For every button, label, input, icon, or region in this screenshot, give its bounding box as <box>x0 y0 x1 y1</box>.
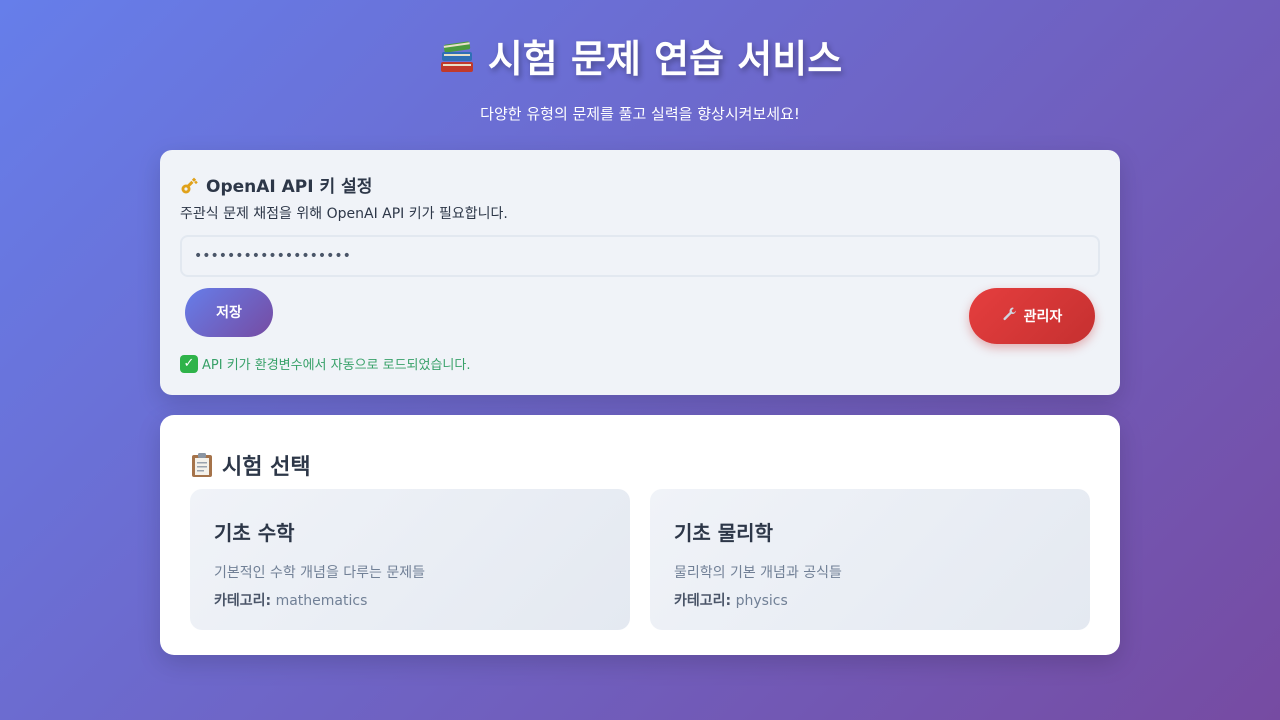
admin-button-label: 관리자 <box>1023 309 1063 325</box>
api-key-title-text: OpenAI API 키 설정 <box>206 177 373 197</box>
page-title: 시험 문제 연습 서비스 <box>438 28 842 83</box>
page-title-text: 시험 문제 연습 서비스 <box>487 37 843 81</box>
exam-item-name: 기초 물리학 <box>674 521 773 545</box>
exam-selection-title-text: 시험 선택 <box>222 455 311 480</box>
exam-item-description: 기본적인 수학 개념을 다루는 문제들 <box>214 565 425 581</box>
exam-item-category: 카테고리: physics <box>674 590 1066 610</box>
exam-selection-title: 시험 선택 <box>190 449 1090 481</box>
api-key-settings-card: OpenAI API 키 설정 주관식 문제 채점을 위해 OpenAI API… <box>160 150 1120 395</box>
page-header: 시험 문제 연습 서비스 다양한 유형의 문제를 풀고 실력을 향상시켜보세요! <box>0 28 1280 124</box>
exam-item-description: 물리학의 기본 개념과 공식들 <box>674 565 842 581</box>
exam-item-category-label: 카테고리: <box>214 593 272 609</box>
exam-item-basic-math[interactable]: 기초 수학 기본적인 수학 개념을 다루는 문제들 카테고리: mathemat… <box>190 489 630 630</box>
exam-item-basic-physics[interactable]: 기초 물리학 물리학의 기본 개념과 공식들 카테고리: physics <box>650 489 1090 630</box>
api-key-title: OpenAI API 키 설정 <box>180 172 1100 197</box>
wrench-icon <box>1002 306 1018 326</box>
admin-button[interactable]: 관리자 <box>969 288 1095 344</box>
save-button[interactable]: 저장 <box>185 288 273 337</box>
key-icon <box>180 175 200 195</box>
api-key-status-text: API 키가 환경변수에서 자동으로 로드되었습니다. <box>202 358 471 373</box>
exam-item-category-label: 카테고리: <box>674 593 732 609</box>
exam-item-category: 카테고리: mathematics <box>214 590 606 610</box>
check-icon: ✓ <box>180 354 198 373</box>
clipboard-icon <box>190 452 214 478</box>
exam-item-name: 기초 수학 <box>214 521 295 545</box>
exam-item-category-value: mathematics <box>275 593 368 609</box>
page-subtitle: 다양한 유형의 문제를 풀고 실력을 향상시켜보세요! <box>480 105 800 123</box>
exam-selection-card: 시험 선택 기초 수학 기본적인 수학 개념을 다루는 문제들 카테고리: ma… <box>160 415 1120 655</box>
exam-item-category-value: physics <box>735 593 788 609</box>
api-key-description: 주관식 문제 채점을 위해 OpenAI API 키가 필요합니다. <box>180 206 508 222</box>
books-icon <box>438 37 476 75</box>
api-key-status: ✓ API 키가 환경변수에서 자동으로 로드되었습니다. <box>180 354 470 373</box>
exam-list: 기초 수학 기본적인 수학 개념을 다루는 문제들 카테고리: mathemat… <box>190 489 1090 630</box>
api-key-input[interactable] <box>180 235 1100 277</box>
